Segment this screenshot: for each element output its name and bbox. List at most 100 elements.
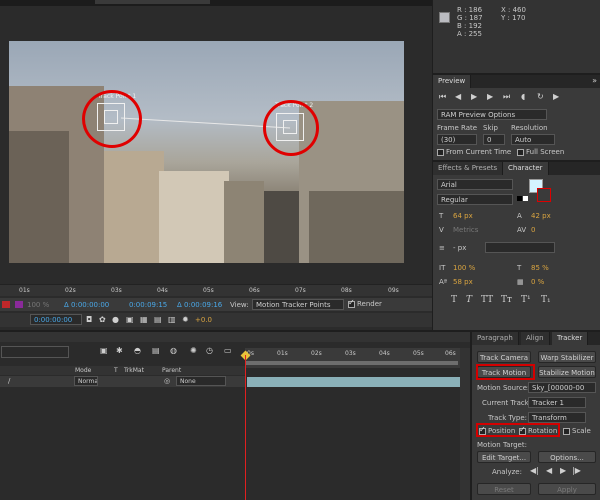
graph-editor-icon[interactable]: ◷: [206, 346, 213, 356]
tab-tracker[interactable]: Tracker: [552, 332, 589, 345]
current-time-field[interactable]: 0:00:00:00: [30, 314, 82, 325]
timeline-scrollbar[interactable]: [460, 348, 470, 500]
scale-check-icon[interactable]: [563, 427, 570, 435]
view-dropdown[interactable]: Motion Tracker Points: [252, 299, 344, 310]
tab-effects-presets[interactable]: Effects & Presets: [433, 162, 504, 175]
audio-icon[interactable]: ◖: [521, 92, 525, 102]
from-current-time-checkbox[interactable]: From Current Time: [437, 148, 511, 156]
draft-3d-icon[interactable]: ✱: [116, 346, 123, 356]
purple-swatch-icon[interactable]: [15, 301, 23, 308]
tab-paragraph[interactable]: Paragraph: [472, 332, 519, 345]
font-size-icon: T: [439, 212, 444, 220]
scale-checkbox[interactable]: Scale: [563, 427, 591, 435]
layer-parent-icon[interactable]: ◎: [164, 377, 170, 385]
red-swatch-icon[interactable]: [2, 301, 10, 308]
camera-icon[interactable]: ◘: [86, 315, 92, 325]
black-swatch[interactable]: [517, 196, 522, 201]
analyze-forward-one-icon[interactable]: |▶: [572, 466, 581, 476]
tsume-value[interactable]: 0 %: [531, 278, 544, 286]
layer-duration-bar[interactable]: [247, 377, 460, 387]
full-screen-check-icon[interactable]: [517, 148, 524, 156]
analyze-back-one-icon[interactable]: ◀|: [530, 466, 539, 476]
small-caps-icon[interactable]: Tт: [501, 295, 512, 305]
track-type-dropdown[interactable]: Transform: [528, 412, 586, 423]
from-current-check-icon[interactable]: [437, 148, 444, 156]
skip-dropdown[interactable]: 0: [483, 134, 505, 145]
reset-button[interactable]: Reset: [477, 483, 531, 495]
font-family-dropdown[interactable]: Arial: [437, 179, 513, 190]
layer-row[interactable]: / Normal ◎ None: [0, 376, 245, 387]
frame-blending-icon[interactable]: ▤: [152, 346, 160, 356]
time-end[interactable]: 0:00:09:15: [129, 301, 167, 309]
font-size-value[interactable]: 64 px: [453, 212, 473, 220]
color-icon[interactable]: ●: [112, 315, 119, 325]
viewer-time-ruler[interactable]: 01s 02s 03s 04s 05s 06s 07s 08s 09s: [0, 284, 432, 296]
motion-source-dropdown[interactable]: Sky_[00000-00: [528, 382, 596, 393]
timeline-ruler[interactable]: 0s 01s 02s 03s 04s 05s 06s: [240, 348, 460, 368]
ram-preview-icon[interactable]: ▶: [553, 92, 559, 102]
brainstorm-icon[interactable]: ✺: [190, 346, 197, 356]
graph-icon[interactable]: ▭: [224, 346, 232, 356]
faux-italic-icon[interactable]: T: [466, 295, 472, 305]
shy-layers-icon[interactable]: ◓: [134, 346, 141, 356]
warp-stabilizer-button[interactable]: Warp Stabilizer: [538, 351, 596, 363]
tab-character[interactable]: Character: [503, 162, 549, 175]
motion-blur-icon[interactable]: ◍: [170, 346, 177, 356]
timeline-search-input[interactable]: [1, 346, 69, 358]
kerning-value[interactable]: Metrics: [453, 226, 478, 234]
options-button[interactable]: Options...: [538, 451, 596, 463]
layers-icon[interactable]: ▥: [168, 315, 176, 325]
render-checkbox[interactable]: Render: [348, 298, 382, 308]
channel-icon[interactable]: ✿: [99, 315, 106, 325]
comp-mini-flowchart-icon[interactable]: ▣: [100, 346, 108, 356]
full-screen-checkbox[interactable]: Full Screen: [517, 148, 564, 156]
play-icon[interactable]: ▶: [471, 92, 477, 102]
stroke-color-swatch[interactable]: [537, 188, 551, 202]
loop-icon[interactable]: ↻: [537, 92, 544, 102]
stroke-width-value[interactable]: - px: [453, 244, 466, 252]
work-area-bar[interactable]: [245, 361, 458, 365]
all-caps-icon[interactable]: TT: [481, 295, 493, 305]
superscript-icon[interactable]: T¹: [521, 295, 531, 305]
exposure-icon[interactable]: ✹: [182, 315, 189, 325]
render-check-icon[interactable]: [348, 298, 355, 308]
layer-pen-icon: /: [8, 377, 11, 385]
transparency-icon[interactable]: ▦: [140, 315, 148, 325]
leading-value[interactable]: 42 px: [531, 212, 551, 220]
resolution-dropdown[interactable]: Auto: [511, 134, 555, 145]
time-delta-start[interactable]: Δ 0:00:00:00: [64, 301, 109, 309]
tab-preview[interactable]: Preview: [433, 75, 472, 88]
track-point-2-highlight: [263, 100, 319, 156]
white-swatch[interactable]: [523, 196, 528, 201]
stabilize-motion-button[interactable]: Stabilize Motion: [538, 366, 596, 378]
edit-target-button[interactable]: Edit Target...: [477, 451, 531, 463]
first-frame-icon[interactable]: ⏮: [439, 92, 446, 102]
vertical-scale-value[interactable]: 100 %: [453, 264, 475, 272]
prev-frame-icon[interactable]: ◀: [455, 92, 461, 102]
analyze-forward-icon[interactable]: ▶: [560, 466, 566, 476]
grid-icon[interactable]: ▤: [154, 315, 162, 325]
stroke-style-dropdown[interactable]: [485, 242, 555, 253]
apply-button[interactable]: Apply: [538, 483, 596, 495]
time-delta-duration[interactable]: Δ 0:00:09:16: [177, 301, 222, 309]
baseline-shift-value[interactable]: 58 px: [453, 278, 473, 286]
layer-parent-dropdown[interactable]: None: [176, 376, 226, 386]
next-frame-icon[interactable]: ▶: [487, 92, 493, 102]
ram-preview-options-dropdown[interactable]: RAM Preview Options: [437, 109, 547, 120]
zoom-value[interactable]: 100 %: [27, 301, 49, 309]
track-camera-button[interactable]: Track Camera: [477, 351, 531, 363]
layer-mode-dropdown[interactable]: Normal: [74, 376, 98, 386]
faux-bold-icon[interactable]: T: [451, 295, 457, 305]
horizontal-scale-value[interactable]: 85 %: [531, 264, 549, 272]
region-icon[interactable]: ▣: [126, 315, 134, 325]
exposure-value[interactable]: +0.0: [195, 316, 212, 324]
font-style-dropdown[interactable]: Regular: [437, 194, 513, 205]
current-track-dropdown[interactable]: Tracker 1: [528, 397, 586, 408]
menu-icon[interactable]: »: [592, 76, 597, 86]
analyze-backward-icon[interactable]: ◀: [546, 466, 552, 476]
subscript-icon[interactable]: T₁: [541, 295, 551, 305]
tab-align[interactable]: Align: [521, 332, 550, 345]
last-frame-icon[interactable]: ⏭: [503, 92, 510, 102]
tracking-value[interactable]: 0: [531, 226, 535, 234]
frame-rate-dropdown[interactable]: (30): [437, 134, 477, 145]
